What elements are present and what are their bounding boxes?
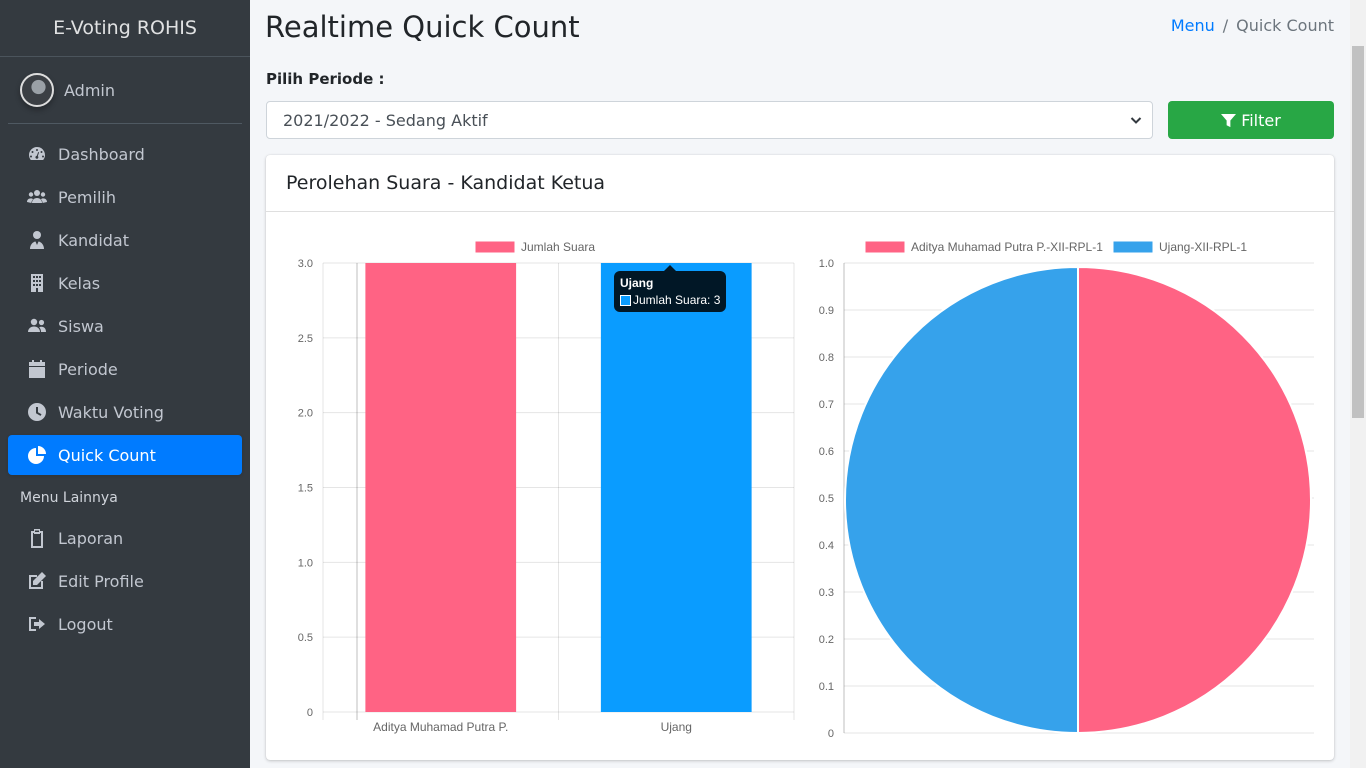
bar-1 [365, 263, 517, 712]
chart-tooltip: Ujang Jumlah Suara: 3 [614, 265, 727, 312]
quick-count-card: Perolehan Suara - Kandidat Ketua Jumlah … [266, 155, 1334, 760]
bar-legend-swatch [474, 240, 516, 254]
chart-pie-icon [26, 445, 48, 465]
sidebar-item-kandidat[interactable]: Kandidat [8, 220, 242, 260]
sidebar-item-edit-profile[interactable]: Edit Profile [8, 561, 242, 601]
calendar-icon [26, 359, 48, 379]
sidebar-item-label: Kandidat [58, 230, 129, 250]
bar-y-tick-label: 2.0 [298, 408, 313, 420]
bar-2 [600, 263, 752, 712]
sidebar-item-label: Dashboard [58, 144, 145, 164]
breadcrumb-home-link[interactable]: Menu [1171, 16, 1215, 35]
sidebar: E-Voting ROHIS Admin Dashboard Pemilih K… [0, 0, 250, 768]
user-name: Admin [64, 80, 115, 100]
sidebar-item-label: Laporan [58, 528, 124, 548]
sidebar-item-label: Edit Profile [58, 571, 144, 591]
pie-y-tick-label: 0.4 [819, 540, 834, 552]
bar-y-tick-label: 0.5 [298, 632, 313, 644]
pie-y-tick-label: 1.0 [819, 258, 834, 270]
sign-out-icon [26, 614, 48, 634]
pie-legend-swatch [864, 240, 906, 254]
sidebar-item-label: Logout [58, 614, 113, 634]
sidebar-item-quick-count[interactable]: Quick Count [8, 435, 242, 475]
pie-y-tick-label: 0.9 [819, 305, 834, 317]
user-tie-icon [26, 230, 48, 250]
tooltip-title: Ujang [620, 276, 654, 290]
sidebar-item-label: Quick Count [58, 445, 156, 465]
bar-y-tick-label: 2.5 [298, 333, 313, 345]
bar-legend-label: Jumlah Suara [521, 240, 595, 254]
bar-y-tick-label: 3.0 [298, 258, 313, 270]
tooltip-caret [664, 265, 677, 271]
brand-text: E-Voting ROHIS [53, 17, 197, 39]
sidebar-item-logout[interactable]: Logout [8, 604, 242, 644]
bar-y-tick-label: 1.5 [298, 483, 313, 495]
clock-icon [26, 402, 48, 422]
pie-y-tick-label: 0.6 [819, 446, 834, 458]
dashboard-icon [26, 144, 48, 164]
bar-x-tick-label: Ujang [661, 720, 692, 734]
sidebar-nav: Dashboard Pemilih Kandidat Kelas Siswa P… [0, 124, 250, 644]
periode-label: Pilih Periode : [266, 70, 385, 88]
nav-header-menu-lainnya: Menu Lainnya [20, 490, 118, 506]
sidebar-item-label: Kelas [58, 273, 101, 293]
bar-x-tick-label: Aditya Muhamad Putra P. [373, 720, 508, 734]
avatar [20, 73, 54, 107]
page-title: Realtime Quick Count [265, 10, 580, 44]
building-icon [26, 273, 48, 293]
sidebar-item-label: Periode [58, 359, 118, 379]
filter-icon [1221, 113, 1237, 127]
pie-y-tick-label: 0.5 [819, 493, 834, 505]
user-panel[interactable]: Admin [8, 57, 242, 124]
periode-select-value: 2021/2022 - Sedang Aktif [283, 110, 488, 130]
main-content: Realtime Quick Count Menu / Quick Count Pi… [250, 0, 1350, 768]
sidebar-item-waktu-voting[interactable]: Waktu Voting [8, 392, 242, 432]
bar-y-tick-label: 1.0 [298, 557, 313, 569]
tooltip-swatch [620, 294, 631, 306]
brand-link[interactable]: E-Voting ROHIS [0, 0, 250, 57]
pie-y-tick-label: 0.8 [819, 352, 834, 364]
filter-button-label: Filter [1241, 110, 1281, 130]
pie-y-tick-label: 0.7 [819, 399, 834, 411]
sidebar-item-label: Pemilih [58, 187, 116, 207]
users-icon [26, 187, 48, 207]
chevron-down-icon [1130, 117, 1142, 124]
pie-legend-swatch [1112, 240, 1154, 254]
pie-y-tick-label: 0.3 [819, 587, 834, 599]
page-scrollbar[interactable] [1350, 0, 1366, 768]
sidebar-item-dashboard[interactable]: Dashboard [8, 134, 242, 174]
scrollbar-thumb[interactable] [1352, 46, 1364, 418]
sidebar-item-siswa[interactable]: Siswa [8, 306, 242, 346]
sidebar-item-label: Siswa [58, 316, 104, 336]
tooltip-text: Jumlah Suara: 3 [633, 293, 721, 307]
pie-y-tick-label: 0 [828, 728, 834, 740]
pie-legend-label: Ujang-XII-RPL-1 [1159, 240, 1247, 254]
charts-canvas: Jumlah Suara 0 0.5 1.0 1.5 2.0 2.5 3.0 Aditya Mu… [298, 240, 1314, 740]
pie-y-tick-label: 0.2 [819, 634, 834, 646]
breadcrumb: Menu / Quick Count [1171, 16, 1334, 35]
tooltip-body: Jumlah Suara: 3 [620, 293, 720, 307]
bar-y-tick-label: 0 [307, 707, 313, 719]
pie-slice-1 [1077, 265, 1312, 735]
breadcrumb-separator: / [1222, 16, 1229, 35]
sidebar-item-kelas[interactable]: Kelas [8, 263, 242, 303]
user-friends-icon [26, 316, 48, 336]
filter-button[interactable]: Filter [1168, 101, 1334, 139]
breadcrumb-current: Quick Count [1236, 16, 1334, 35]
edit-icon [26, 571, 48, 591]
pie-legend-label: Aditya Muhamad Putra P.-XII-RPL-1 [911, 240, 1103, 254]
sidebar-item-pemilih[interactable]: Pemilih [8, 177, 242, 217]
periode-select[interactable]: 2021/2022 - Sedang Aktif [266, 101, 1153, 139]
clipboard-icon [26, 528, 48, 548]
pie-slice-2 [844, 265, 1079, 735]
sidebar-item-laporan[interactable]: Laporan [8, 518, 242, 558]
sidebar-item-periode[interactable]: Periode [8, 349, 242, 389]
sidebar-item-label: Waktu Voting [58, 402, 164, 422]
pie-y-tick-label: 0.1 [819, 681, 834, 693]
